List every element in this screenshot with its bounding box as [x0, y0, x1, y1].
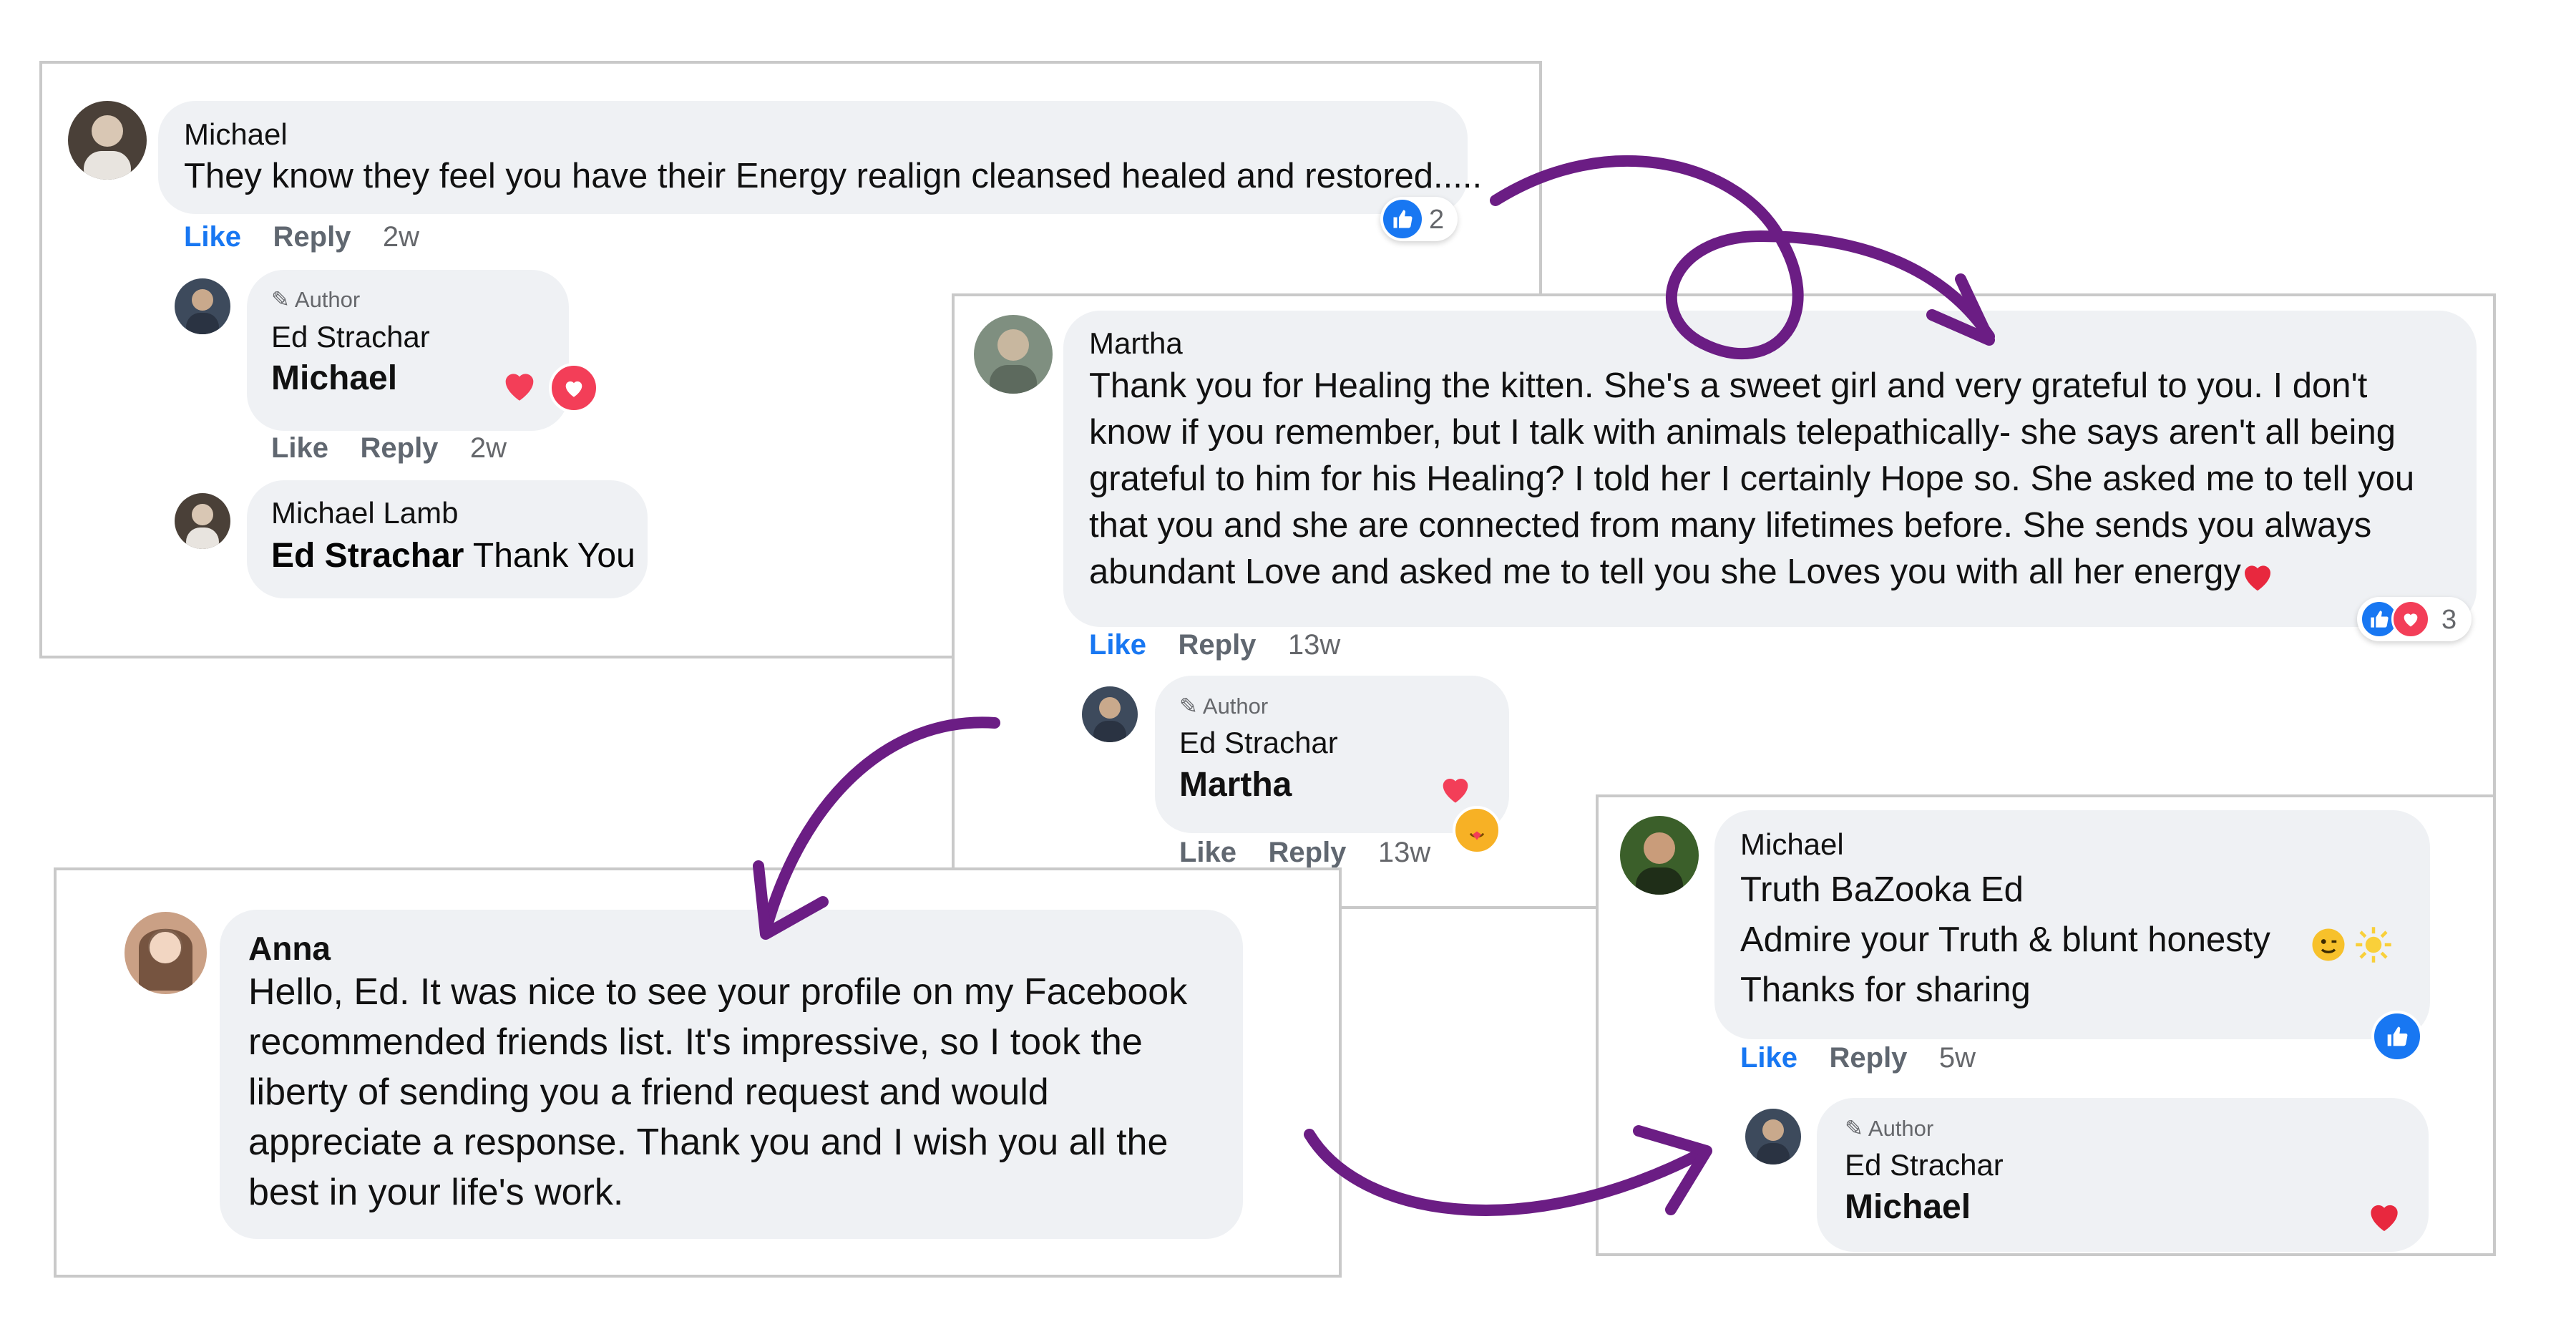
- love-reaction-icon: [2391, 600, 2430, 638]
- reaction-count[interactable]: 3: [2357, 597, 2472, 641]
- commenter-name[interactable]: Michael: [184, 117, 288, 152]
- comment-line: Thanks for sharing: [1740, 971, 2031, 1009]
- author-label: Author: [294, 287, 361, 312]
- comment-line: recommended friends list. It's impressiv…: [248, 1021, 1143, 1063]
- care-reaction-icon[interactable]: [1453, 806, 1501, 855]
- like-reaction-icon[interactable]: [2371, 1011, 2423, 1062]
- avatar[interactable]: [974, 315, 1053, 394]
- comment-text: Ed Strachar Thank You: [271, 536, 635, 575]
- timestamp[interactable]: 2w: [470, 432, 507, 464]
- comment-actions: Like Reply 13w: [1089, 629, 1340, 661]
- commenter-name[interactable]: Michael Lamb: [271, 496, 458, 530]
- pencil-icon: ✎: [1845, 1116, 1863, 1141]
- commenter-name[interactable]: Martha: [1089, 326, 1183, 361]
- comment-line: know if you remember, but I talk with an…: [1089, 413, 2396, 452]
- mention[interactable]: Ed Strachar: [271, 537, 464, 575]
- author-badge: ✎ Author: [1845, 1116, 1933, 1142]
- commenter-name[interactable]: Michael: [1740, 827, 1844, 862]
- author-badge: ✎ Author: [1179, 694, 1268, 719]
- reply-link[interactable]: Reply: [1269, 837, 1347, 868]
- author-label: Author: [1202, 694, 1269, 719]
- avatar[interactable]: [1745, 1109, 1801, 1164]
- wink-emoji-icon: [2308, 925, 2348, 965]
- heart-emoji-icon: [2237, 555, 2278, 597]
- reply-link[interactable]: Reply: [361, 432, 439, 464]
- comment-line: Hello, Ed. It was nice to see your profi…: [248, 971, 1188, 1013]
- author-label: Author: [1868, 1116, 1934, 1141]
- reply-link[interactable]: Reply: [1830, 1042, 1908, 1074]
- timestamp[interactable]: 5w: [1939, 1042, 1976, 1074]
- timestamp[interactable]: 13w: [1288, 629, 1340, 661]
- comment-line: abundant Love and asked me to tell you s…: [1089, 553, 2241, 591]
- avatar[interactable]: [68, 101, 147, 180]
- like-link[interactable]: Like: [271, 432, 328, 464]
- reply-actions: Like Reply 2w: [271, 432, 507, 465]
- commenter-name[interactable]: Anna: [248, 929, 331, 968]
- like-link[interactable]: Like: [1740, 1042, 1797, 1074]
- reply-author-name[interactable]: Ed Strachar: [1845, 1148, 2004, 1182]
- reply-actions: Like Reply 13w: [1179, 837, 1430, 869]
- comment-line: appreciate a response. Thank you and I w…: [248, 1122, 1169, 1163]
- comment-line: that you and she are connected from many…: [1089, 506, 2372, 545]
- sun-emoji-icon: [2353, 925, 2394, 965]
- like-reaction-icon: [1383, 200, 1422, 238]
- comment-line: liberty of sending you a friend request …: [248, 1071, 1049, 1113]
- pencil-icon: ✎: [1179, 694, 1198, 719]
- like-link[interactable]: Like: [1179, 837, 1236, 868]
- reply-link[interactable]: Reply: [273, 221, 351, 253]
- reaction-count-text: 2: [1429, 205, 1445, 235]
- mention[interactable]: Michael: [1845, 1187, 1971, 1227]
- comment-actions: Like Reply 5w: [1740, 1042, 1976, 1074]
- timestamp[interactable]: 2w: [383, 221, 419, 253]
- love-reaction-icon[interactable]: [549, 363, 599, 413]
- heart-emoji-icon[interactable]: [2363, 1195, 2406, 1238]
- avatar[interactable]: [175, 493, 230, 549]
- avatar[interactable]: [125, 912, 207, 994]
- comment-line: Admire your Truth & blunt honesty: [1740, 920, 2270, 959]
- pencil-icon: ✎: [271, 287, 290, 312]
- mention[interactable]: Michael: [271, 359, 397, 398]
- reaction-count-text: 3: [2441, 605, 2457, 635]
- comment-panel-4: Michael Truth BaZooka Ed Admire your Tru…: [1596, 794, 2496, 1256]
- comment-line: Truth BaZooka Ed: [1740, 870, 2024, 909]
- like-link[interactable]: Like: [184, 221, 241, 253]
- reaction-count[interactable]: 2: [1380, 197, 1458, 241]
- heart-reaction-icon[interactable]: [497, 363, 542, 407]
- avatar[interactable]: [1082, 686, 1138, 742]
- reply-link[interactable]: Reply: [1179, 629, 1257, 661]
- avatar[interactable]: [175, 278, 230, 334]
- comment-text-rest: Thank You: [464, 537, 635, 575]
- mention[interactable]: Martha: [1179, 765, 1292, 804]
- like-link[interactable]: Like: [1089, 629, 1146, 661]
- comment-line: best in your life's work.: [248, 1172, 624, 1213]
- comment-actions: Like Reply 2w: [184, 221, 419, 253]
- comment-line: Thank you for Healing the kitten. She's …: [1089, 366, 2368, 405]
- avatar[interactable]: [1620, 816, 1699, 895]
- reply-author-name[interactable]: Ed Strachar: [271, 320, 430, 354]
- comment-text: They know they feel you have their Energ…: [184, 157, 1483, 195]
- heart-emoji-icon[interactable]: [1435, 769, 1475, 809]
- comment-line: grateful to him for his Healing? I told …: [1089, 460, 2415, 498]
- comment-panel-3: Anna Hello, Ed. It was nice to see your …: [54, 867, 1342, 1278]
- author-badge: ✎ Author: [271, 287, 360, 313]
- reply-author-name[interactable]: Ed Strachar: [1179, 726, 1338, 760]
- timestamp[interactable]: 13w: [1378, 837, 1430, 868]
